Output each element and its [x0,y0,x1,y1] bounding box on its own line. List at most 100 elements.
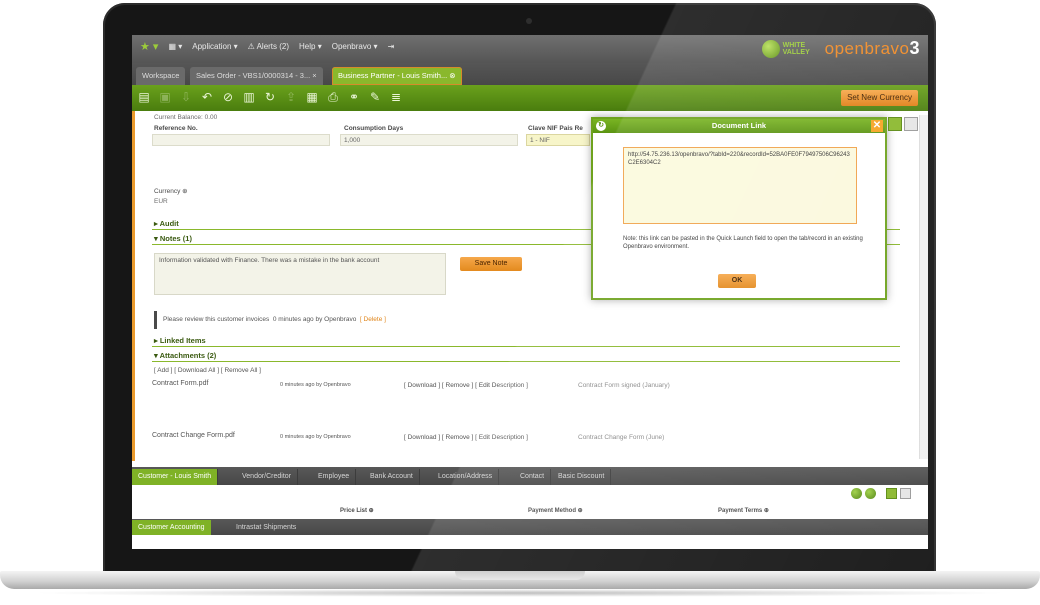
maximize-icon[interactable] [851,488,862,499]
delete-icon[interactable]: ▥ [243,90,255,105]
close-icon[interactable]: ✕ [871,120,883,132]
current-balance: Current Balance: 0.00 [154,114,218,121]
attachments-section-header[interactable]: ▾ Attachments (2) [154,351,216,360]
document-link-dialog: ↻ Document Link ✕ http://54.75.236.13/op… [591,117,887,300]
child-form: Price List ⊕ Payment Method ⊕ Payment Te… [132,503,928,519]
attachment-desc-1: Contract Form signed (January) [578,382,670,389]
ok-button[interactable]: OK [718,274,756,288]
dialog-maximize-icon[interactable] [888,117,902,131]
attachments-divider [152,361,900,362]
attachment-name-1[interactable]: Contract Form.pdf [152,380,208,387]
clave-nif-field[interactable]: 1 - NIF [526,134,590,146]
top-navigation-bar: ★ ▾ ▦ ▾ Application ▾ ⚠ Alerts (2) Help … [132,35,928,63]
undo-icon[interactable]: ↶ [201,90,213,105]
child-tab-bar: Customer - Louis Smith Vendor/Creditor E… [132,467,928,485]
audit-section-header[interactable]: ▸ Audit [154,219,179,228]
price-list-label: Price List ⊕ [340,508,374,514]
restore-icon[interactable] [865,488,876,499]
dialog-note: Note: this link can be pasted in the Qui… [623,236,863,250]
brand-logos: WHITE VALLEY openbravo3 [761,38,920,59]
cancel-icon[interactable]: ⊘ [222,90,234,105]
openbravo-menu[interactable]: Openbravo ▾ [332,42,378,53]
tab-business-partner[interactable]: Business Partner - Louis Smith... ⊗ [332,67,462,85]
record-toolbar: ▤ ▣ ⇩ ↶ ⊘ ▥ ↻ ⇪ ▦ ⎙ ⚭ ✎ ≣ Set New Curren… [132,85,928,111]
attach-icon[interactable]: ▦ [306,90,318,105]
link-icon[interactable]: ⚭ [348,90,360,105]
attachment-name-2[interactable]: Contract Change Form.pdf [152,432,235,439]
help-menu[interactable]: Help ▾ [299,42,322,53]
openbravo-logo-text: openbravo [824,39,910,58]
currency-label: Currency ⊕ [154,188,188,195]
views-menu[interactable]: ▦ ▾ [168,42,182,53]
consumption-days-field[interactable]: 1,000 [340,134,518,146]
tab-contact[interactable]: Contact [514,469,552,485]
save-note-button[interactable]: Save Note [460,257,522,271]
dialog-window-icons [888,117,918,131]
reference-no-label: Reference No. [154,125,198,132]
tab-customer-accounting[interactable]: Customer Accounting [132,520,211,535]
tab-sales-order[interactable]: Sales Order - VBS1/0000314 - 3... × [190,67,323,85]
tab-workspace[interactable]: Workspace [136,67,186,85]
application-menu[interactable]: Application ▾ [192,42,237,53]
grandchild-tab-bar: Customer Accounting Intrastat Shipments [132,519,928,535]
attachment-actions-1[interactable]: [ Download ] [ Remove ] [ Edit Descripti… [404,382,528,389]
openbravo-logo: openbravo3 [825,38,920,59]
form-scrollbar[interactable] [919,115,928,459]
main-menu: ★ ▾ ▦ ▾ Application ▾ ⚠ Alerts (2) Help … [140,40,395,53]
laptop-screen: ★ ▾ ▦ ▾ Application ▾ ⚠ Alerts (2) Help … [132,35,928,549]
tab-bank-account[interactable]: Bank Account [364,469,420,485]
dialog-restore-icon[interactable] [904,117,918,131]
note-text: Please review this customer invoices [163,316,270,323]
clave-nif-label: Clave NIF Pais Re [528,125,583,132]
delete-note-link[interactable]: [ Delete ] [360,316,386,323]
tab-employee[interactable]: Employee [312,469,357,485]
print-icon[interactable]: ⎙ [327,90,339,105]
save-icon[interactable]: ▣ [159,90,171,105]
white-valley-label: WHITE VALLEY [782,41,810,56]
openbravo-version: 3 [909,38,920,58]
grid-view-icon[interactable]: ≣ [390,90,402,105]
tab-vendor-creditor[interactable]: Vendor/Creditor [236,469,299,485]
laptop-notch [455,571,585,580]
notes-section-header[interactable]: ▾ Notes (1) [154,234,192,243]
logout-button[interactable]: ⇥ [388,42,395,53]
currency-value: EUR [154,198,168,205]
new-document-icon[interactable]: ▤ [138,90,150,105]
attachment-desc-2: Contract Change Form (June) [578,434,665,441]
payment-method-label: Payment Method ⊕ [528,508,583,514]
close-panel-icon[interactable] [900,488,911,499]
attachment-actions[interactable]: [ Add ] [ Download All ] [ Remove All ] [154,367,261,374]
white-valley-ball-icon [761,39,780,58]
document-link-field[interactable]: http://54.75.236.13/openbravo/?tabId=220… [623,147,857,224]
set-new-currency-button[interactable]: Set New Currency [841,90,918,106]
grid-icon[interactable] [886,488,897,499]
favorites-menu[interactable]: ★ ▾ [140,40,158,53]
toolbar-icons: ▤ ▣ ⇩ ↶ ⊘ ▥ ↻ ⇪ ▦ ⎙ ⚭ ✎ ≣ [138,90,402,105]
attachment-actions-2[interactable]: [ Download ] [ Remove ] [ Edit Descripti… [404,434,528,441]
linked-items-section-header[interactable]: ▸ Linked Items [154,336,206,345]
reference-no-field[interactable] [152,134,330,146]
existing-note: Please review this customer invoices 0 m… [154,311,386,329]
child-toolbar [132,485,928,504]
white-valley-logo: WHITE VALLEY [761,39,815,58]
tab-basic-discount[interactable]: Basic Discount [552,469,612,485]
tab-customer[interactable]: Customer - Louis Smith [132,469,219,485]
payment-terms-label: Payment Terms ⊕ [718,508,769,514]
export-icon[interactable]: ⇪ [285,90,297,105]
dialog-title: Document Link [711,121,767,130]
consumption-days-label: Consumption Days [344,125,404,132]
alerts-menu[interactable]: ⚠ Alerts (2) [248,42,289,53]
save-close-icon[interactable]: ⇩ [180,90,192,105]
laptop-camera [526,18,532,24]
form-edit-marker [132,111,135,461]
attachment-meta-1: 0 minutes ago by Openbravo [280,382,351,388]
linked-items-divider [152,346,900,347]
laptop-shadow [30,589,1010,597]
note-textarea[interactable]: Information validated with Finance. Ther… [154,253,446,295]
attachment-meta-2: 0 minutes ago by Openbravo [280,434,351,440]
tab-location-address[interactable]: Location/Address [432,469,500,485]
workspace-tab-bar: Workspace Sales Order - VBS1/0000314 - 3… [132,63,928,85]
tab-intrastat-shipments[interactable]: Intrastat Shipments [230,520,302,535]
tools-icon[interactable]: ✎ [369,90,381,105]
refresh-icon[interactable]: ↻ [264,90,276,105]
